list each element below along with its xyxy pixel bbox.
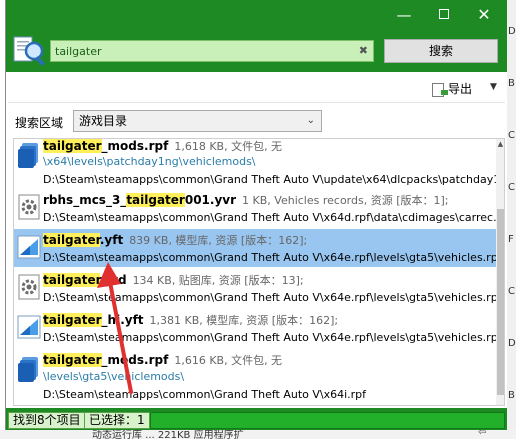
result-path: D:\Steam\steamapps\common\Grand Theft Au… <box>43 251 502 264</box>
result-meta: 1 KB, Vehicles records, 资源 [版本：1]; <box>242 194 449 207</box>
result-name-highlight: tailgater <box>43 313 102 327</box>
result-path: D:\Steam\steamapps\common\Grand Theft Au… <box>43 331 502 344</box>
status-progress-bar <box>150 412 505 429</box>
status-found-count: 找到8个项目 <box>8 412 86 429</box>
scroll-up-icon[interactable]: ▲ <box>496 140 504 148</box>
background-text: D <box>508 26 516 37</box>
background-text: C <box>508 182 515 193</box>
result-name-highlight: tailgater <box>126 193 185 207</box>
result-name: _hi.yft <box>101 313 144 327</box>
search-file-icon <box>13 36 45 66</box>
settings-file-icon <box>18 274 40 300</box>
result-name-prefix: rbhs_mcs_3_ <box>43 193 127 207</box>
toolbar-divider <box>8 102 505 103</box>
background-text: 动态运行库 ... 221KB 应用程序扩 <box>92 430 244 439</box>
result-subpath: \levels\gta5\vehiclemods\ <box>43 370 185 383</box>
result-path: D:\Steam\steamapps\common\Grand Theft Au… <box>43 211 505 224</box>
result-meta: 134 KB, 贴图库, 资源 [版本：13]; <box>132 274 304 287</box>
title-bar: — ✕ <box>6 0 507 32</box>
search-window: — ✕ ✖ 搜索 导出 ▼ 搜索区域 游戏目录 ⌄ <box>6 0 507 430</box>
result-meta: 1,616 KB, 文件包, 无 <box>174 354 283 367</box>
background-text: C <box>508 286 515 297</box>
results-list[interactable]: tailgater_mods.rpf 1,618 KB, 文件包, 无 \x64\… <box>13 138 505 406</box>
result-path: D:\Steam\steamapps\common\Grand Theft Au… <box>43 291 502 304</box>
scrollbar-thumb[interactable] <box>497 209 504 395</box>
result-path: D:\Steam\steamapps\common\Grand Theft Au… <box>43 388 367 401</box>
result-meta: 1,618 KB, 文件包, 无 <box>174 140 283 153</box>
list-item[interactable]: tailgater_mods.rpf 1,618 KB, 文件包, 无 \x64\… <box>14 139 504 189</box>
result-path: D:\Steam\steamapps\common\Grand Theft Au… <box>43 173 505 186</box>
export-label: 导出 <box>448 82 473 96</box>
list-item-selected[interactable]: tailgater.yft 839 KB, 模型库, 资源 [版本：162]; D… <box>14 229 502 267</box>
chevron-down-icon: ⌄ <box>306 115 315 126</box>
result-name: _mods.rpf <box>101 139 169 153</box>
model-file-icon <box>17 235 41 259</box>
result-name: 001.yvr <box>184 193 237 207</box>
list-item[interactable]: tailgater.ytd 134 KB, 贴图库, 资源 [版本：13]; D:… <box>14 269 502 307</box>
background-text: C <box>508 130 515 141</box>
search-area-value: 游戏目录 <box>79 114 128 128</box>
background-app-bottom: 动态运行库 ... 221KB 应用程序扩 ⇦ <box>0 430 516 439</box>
maximize-icon <box>439 9 449 19</box>
result-subpath: \x64\levels\patchday1ng\vehiclemods\ <box>43 155 256 168</box>
model-file-icon <box>17 315 41 339</box>
list-item[interactable]: tailgater_mods.rpf 1,616 KB, 文件包, 无 \leve… <box>14 349 496 405</box>
minimize-button[interactable]: — <box>384 0 424 30</box>
background-text: D <box>508 338 516 349</box>
background-text: B <box>508 390 515 401</box>
result-name: .ytd <box>99 273 127 287</box>
search-button[interactable]: 搜索 <box>384 39 498 63</box>
background-text: B <box>508 78 515 89</box>
export-button[interactable]: 导出 <box>432 80 472 100</box>
result-name-highlight: tailgater <box>43 233 100 247</box>
status-bar: 找到8个项目 已选择：1 <box>6 410 507 430</box>
export-icon <box>432 82 448 97</box>
status-selected-count: 已选择：1 <box>84 412 150 429</box>
export-menu-chevron-icon[interactable]: ▼ <box>490 82 497 92</box>
vertical-scrollbar[interactable]: ▲ <box>496 139 504 405</box>
result-name-highlight: tailgater <box>43 139 102 153</box>
background-app-right-edge: D B C C F C D B <box>507 0 516 430</box>
result-name-highlight: tailgater <box>43 353 102 367</box>
background-arrow-icon: ⇦ <box>478 430 487 438</box>
rpf-archive-icon <box>18 143 38 168</box>
clear-search-icon[interactable]: ✖ <box>359 44 368 58</box>
background-text: F <box>508 234 514 245</box>
list-item[interactable]: tailgater_hi.yft 1,381 KB, 模型库, 资源 [版本：16… <box>14 309 502 347</box>
result-name-highlight: tailgater <box>43 273 100 287</box>
result-name: _mods.rpf <box>101 353 169 367</box>
settings-file-icon <box>18 194 40 220</box>
result-meta: 839 KB, 模型库, 资源 [版本：162]; <box>129 234 308 247</box>
search-input[interactable] <box>55 43 345 59</box>
search-field[interactable]: ✖ <box>50 40 374 62</box>
rpf-archive-icon <box>18 357 38 382</box>
list-item[interactable]: rbhs_mcs_3_tailgater001.yvr 1 KB, Vehicle… <box>14 189 504 227</box>
main-panel: 导出 ▼ 搜索区域 游戏目录 ⌄ tailgater_mods.rpf 1,618… <box>6 72 507 408</box>
close-button[interactable]: ✕ <box>464 0 504 30</box>
search-area-label: 搜索区域 <box>15 116 64 130</box>
search-area-select[interactable]: 游戏目录 ⌄ <box>73 110 322 132</box>
result-name: .yft <box>99 233 124 247</box>
maximize-button[interactable] <box>424 0 464 30</box>
result-meta: 1,381 KB, 模型库, 资源 [版本：162]; <box>149 314 339 327</box>
